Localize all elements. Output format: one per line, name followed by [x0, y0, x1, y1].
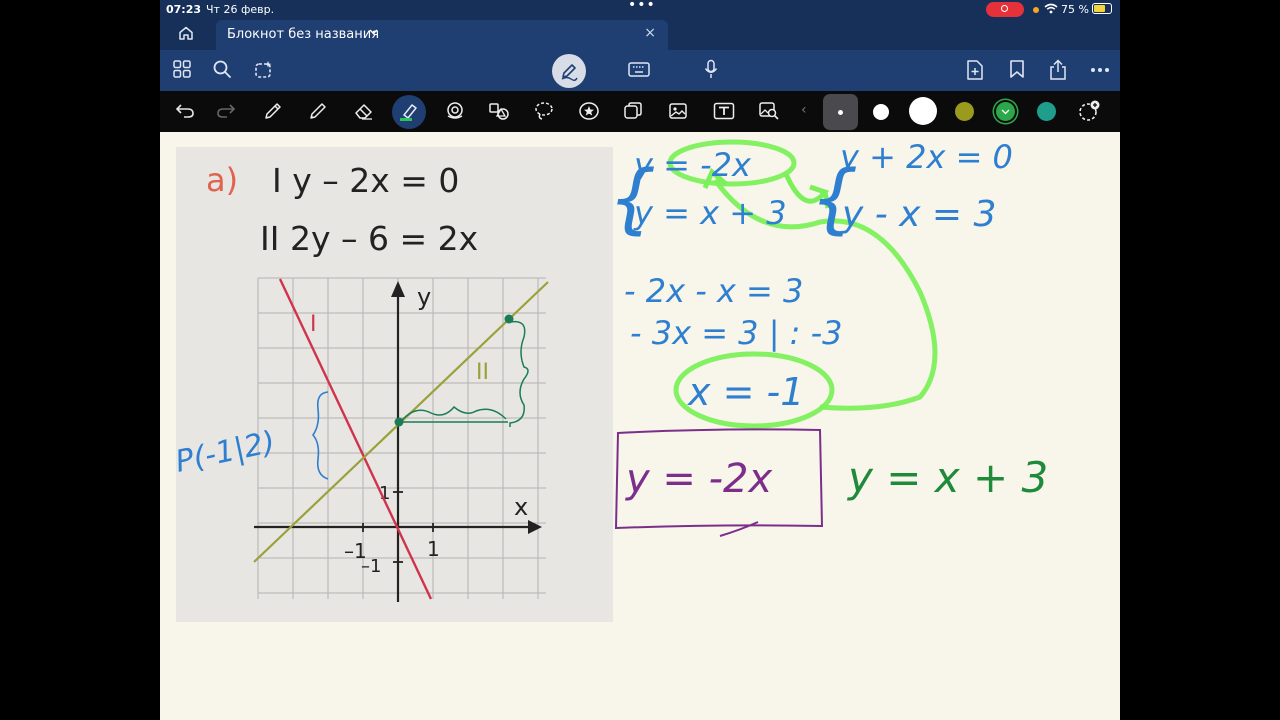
add-color-icon[interactable] — [1078, 100, 1100, 122]
step-two: - 3x = 3 | : -3 — [630, 314, 843, 352]
home-icon[interactable] — [178, 25, 194, 41]
highlighter-tool-icon — [400, 104, 417, 121]
battery-percent: 75 % — [1061, 3, 1089, 16]
status-bar: 07:23 Чт 26 февр. ••• 75 % — [160, 0, 1120, 19]
microphone-icon[interactable] — [703, 59, 719, 81]
shapes-tool-icon[interactable] — [488, 101, 510, 121]
notebook-page[interactable]: a) I y – 2x = 0 II 2y – 6 = 2x x y –1 1 … — [160, 132, 1120, 720]
stroke-size-large-button[interactable] — [909, 97, 937, 125]
chevron-down-icon[interactable] — [369, 29, 378, 35]
eraser-tool-icon[interactable] — [353, 101, 375, 121]
more-icon[interactable] — [1090, 67, 1110, 73]
status-date: Чт 26 февр. — [206, 3, 275, 16]
battery-icon — [1092, 3, 1112, 14]
bookmark-icon[interactable] — [1009, 59, 1025, 79]
image-icon[interactable] — [668, 101, 688, 121]
tab-document[interactable]: Блокнот без названия × — [216, 20, 668, 50]
stroke-size-medium-button[interactable] — [873, 104, 889, 120]
chevron-left-icon[interactable]: ‹ — [801, 102, 807, 118]
pen-mode-button[interactable] — [552, 54, 586, 88]
lasso-icon[interactable] — [253, 59, 275, 81]
image-search-icon[interactable] — [758, 101, 780, 121]
keyboard-icon[interactable] — [628, 61, 650, 79]
add-page-icon[interactable] — [966, 59, 984, 81]
system-one-eq1: y = -2x — [633, 146, 752, 184]
tab-close-button[interactable]: × — [644, 25, 656, 41]
handwriting-layer: P(-1|2) { y = -2x y = x + 3 { y + 2x = 0… — [172, 138, 1048, 537]
system-one-eq2: y = x + 3 — [633, 194, 787, 232]
status-time: 07:23 — [166, 3, 202, 16]
wifi-icon — [1044, 3, 1058, 14]
screen-recording-icon[interactable] — [986, 2, 1024, 17]
sticker-icon[interactable] — [578, 101, 600, 121]
search-icon[interactable] — [212, 59, 232, 79]
share-icon[interactable] — [1048, 59, 1068, 81]
result-x: x = -1 — [687, 370, 804, 414]
stroke-size-small-dot — [838, 110, 843, 115]
lasso-select-icon[interactable] — [534, 101, 554, 121]
pencil-tool-icon[interactable] — [308, 101, 328, 121]
text-tool-icon[interactable] — [713, 101, 735, 121]
color-swatch-teal[interactable] — [1037, 102, 1056, 121]
pen-mode-icon — [561, 64, 578, 81]
stroke-size-small-button[interactable] — [823, 94, 858, 130]
answer-box-mark — [719, 521, 759, 537]
multitask-dots[interactable]: ••• — [628, 0, 656, 13]
boxed-equation: y = -2x — [625, 456, 773, 502]
pen-tool-icon[interactable] — [263, 101, 283, 121]
shape-tool-icon[interactable] — [444, 101, 466, 121]
highlighter-tool-button[interactable] — [392, 95, 426, 129]
drawing-tools-bar: ‹ — [160, 91, 1120, 132]
tab-title: Блокнот без названия — [227, 27, 380, 42]
header-toolbar — [160, 50, 1120, 91]
step-one: - 2x - x = 3 — [624, 272, 803, 310]
color-swatch-olive[interactable] — [955, 102, 974, 121]
notebook-app: 07:23 Чт 26 февр. ••• 75 % Блокнот без н… — [160, 0, 1120, 720]
tab-bar: Блокнот без названия × — [160, 19, 1120, 50]
undo-icon[interactable] — [175, 101, 195, 119]
mic-in-use-indicator — [1033, 7, 1039, 13]
redo-icon[interactable] — [216, 101, 236, 119]
handwritten-point-label: P(-1|2) — [172, 425, 278, 480]
checkmark-icon — [1001, 109, 1010, 115]
system-two-eq1: y + 2x = 0 — [839, 138, 1013, 176]
color-swatch-green-selected[interactable] — [996, 102, 1015, 121]
grid-icon[interactable] — [172, 59, 192, 79]
line-two-equation: y = x + 3 — [846, 453, 1048, 502]
elements-icon[interactable] — [623, 101, 643, 121]
system-two-eq2: y - x = 3 — [841, 194, 996, 235]
